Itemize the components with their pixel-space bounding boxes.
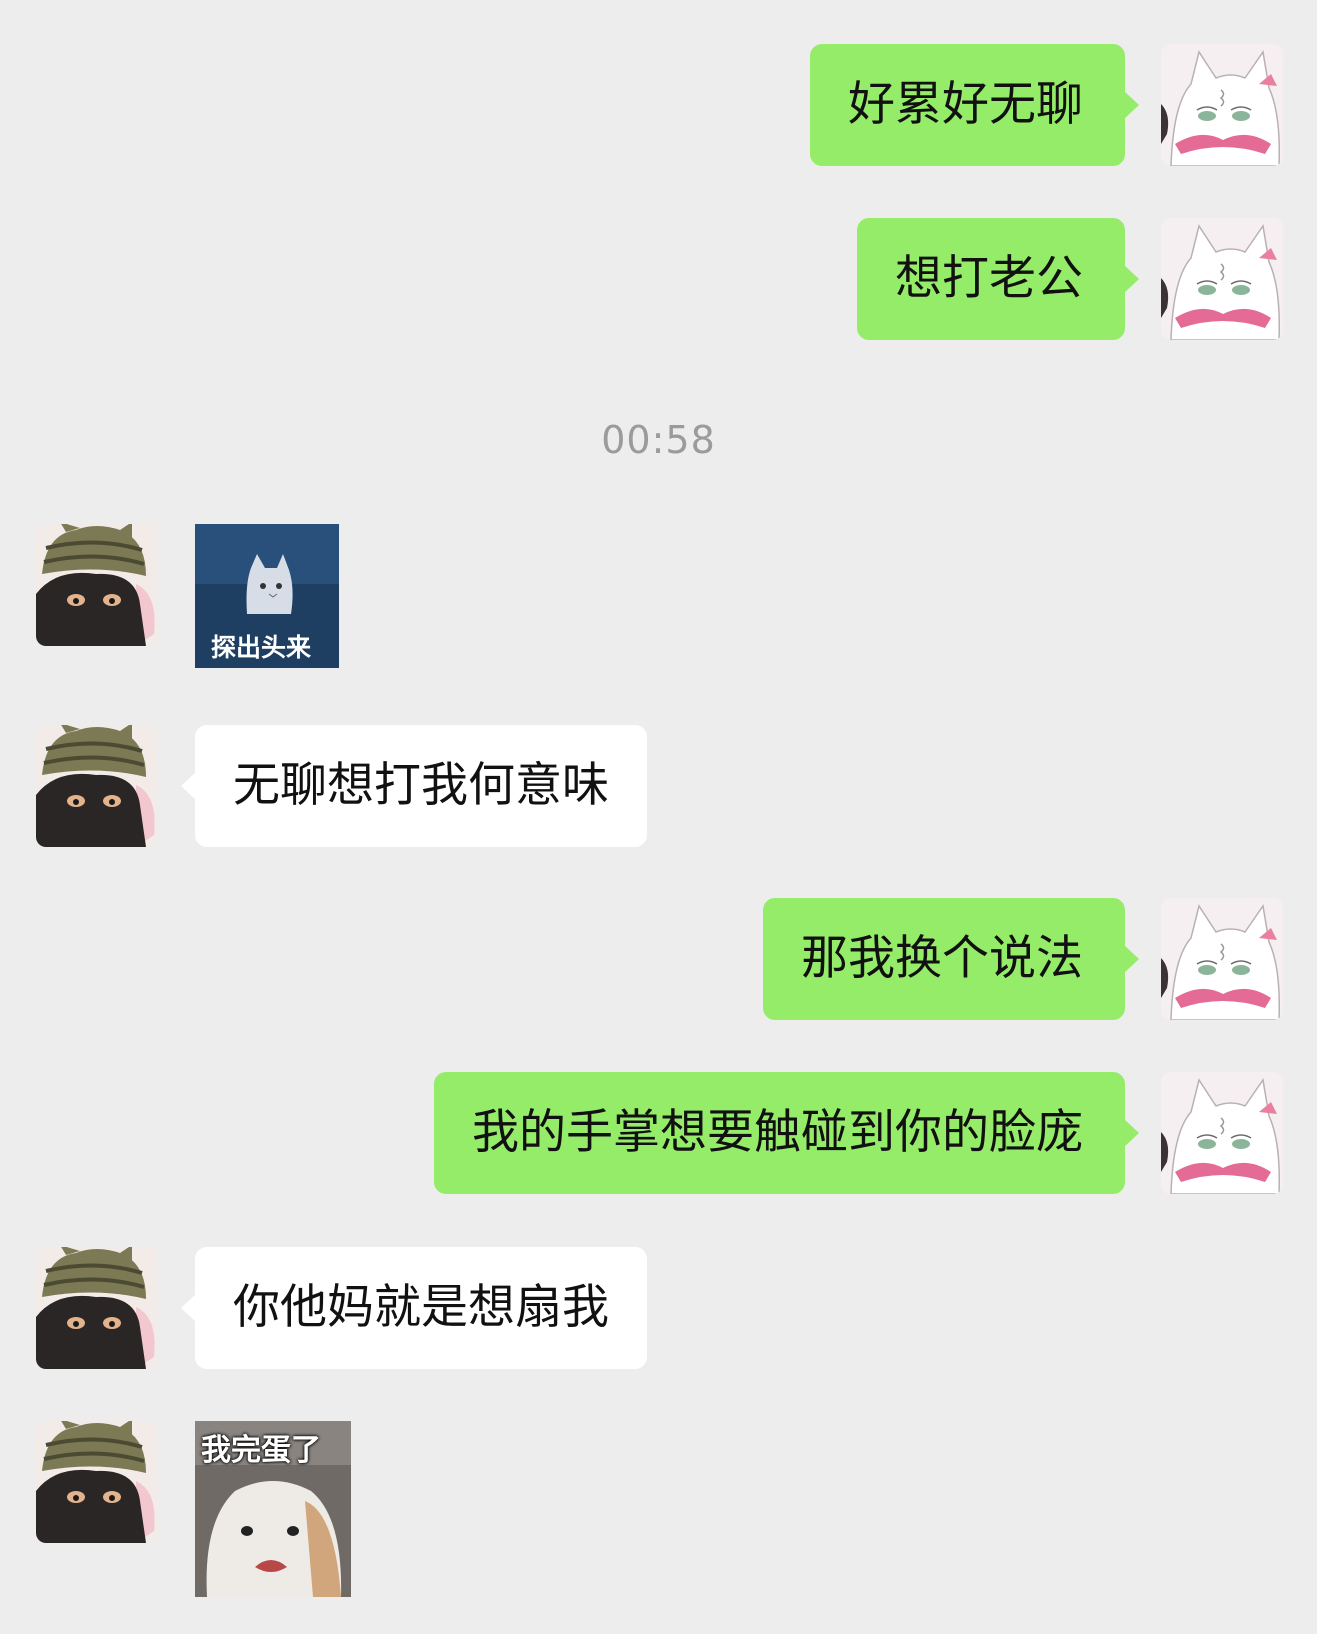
sent-message-bubble[interactable]: 好累好无聊 bbox=[810, 44, 1139, 166]
black-cat-hat-avatar-icon[interactable] bbox=[36, 725, 158, 847]
white-cat-avatar-icon[interactable] bbox=[1161, 218, 1283, 340]
message-text: 那我换个说法 bbox=[801, 931, 1083, 986]
chat-timestamp: 00:58 bbox=[601, 418, 716, 462]
white-cat-avatar-icon[interactable] bbox=[1161, 898, 1283, 1020]
black-cat-hat-avatar-icon[interactable] bbox=[36, 524, 158, 646]
message-text: 好累好无聊 bbox=[848, 77, 1083, 132]
black-cat-hat-avatar-icon[interactable] bbox=[36, 1247, 158, 1369]
message-text: 想打老公 bbox=[895, 251, 1083, 306]
black-cat-hat-avatar-icon[interactable] bbox=[36, 1421, 158, 1543]
message-text: 无聊想打我何意味 bbox=[233, 758, 609, 813]
received-message-bubble[interactable]: 你他妈就是想扇我 bbox=[181, 1247, 647, 1369]
white-cat-avatar-icon[interactable] bbox=[1161, 44, 1283, 166]
sticker-caption: 探出头来 bbox=[211, 633, 312, 662]
sticker-crying-cat[interactable]: 我完蛋了 bbox=[195, 1421, 351, 1597]
sent-message-bubble[interactable]: 我的手掌想要触碰到你的脸庞 bbox=[434, 1072, 1139, 1194]
white-cat-avatar-icon[interactable] bbox=[1161, 1072, 1283, 1194]
received-message-bubble[interactable]: 无聊想打我何意味 bbox=[181, 725, 647, 847]
sticker-caption: 我完蛋了 bbox=[201, 1433, 321, 1468]
sticker-peek-cat[interactable]: 探出头来 bbox=[195, 524, 339, 668]
message-text: 你他妈就是想扇我 bbox=[233, 1280, 609, 1335]
message-text: 我的手掌想要触碰到你的脸庞 bbox=[472, 1105, 1083, 1160]
sent-message-bubble[interactable]: 那我换个说法 bbox=[763, 898, 1139, 1020]
sent-message-bubble[interactable]: 想打老公 bbox=[857, 218, 1139, 340]
